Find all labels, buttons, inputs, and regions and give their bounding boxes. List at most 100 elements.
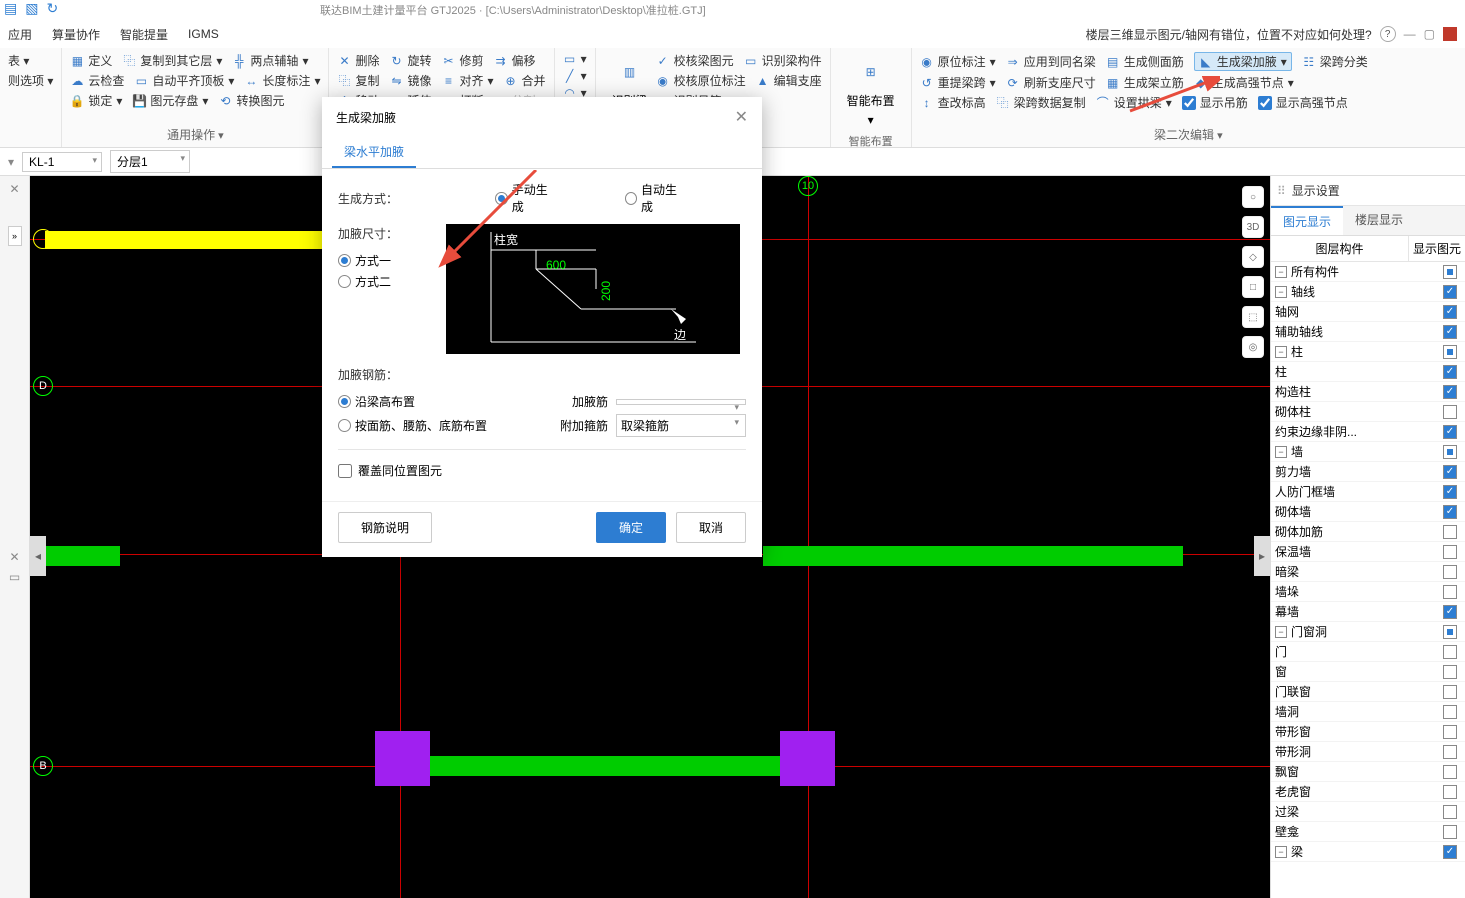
window-min-icon[interactable]: — — [1404, 27, 1416, 41]
btn-gen-side-rebar[interactable]: ▤生成侧面筋 — [1106, 52, 1184, 71]
tree-row[interactable]: −梁 — [1271, 842, 1465, 862]
btn-set-arch[interactable]: ⌒设置拱梁 ▾ — [1096, 94, 1172, 111]
combo-layer[interactable]: 分层1 — [110, 150, 190, 173]
btn-trim[interactable]: ✂修剪 — [442, 52, 484, 69]
tree-row[interactable]: 窗 — [1271, 662, 1465, 682]
vt-cube[interactable]: ◇ — [1242, 246, 1264, 268]
btn-auto-align-top[interactable]: ▭自动平齐顶板 ▾ — [134, 72, 234, 89]
top-icon-3[interactable]: ↻ — [46, 0, 58, 17]
tree-row[interactable]: 门联窗 — [1271, 682, 1465, 702]
dialog-titlebar[interactable]: 生成梁加腋 ✕ — [322, 97, 762, 137]
tree-row[interactable]: 墙洞 — [1271, 702, 1465, 722]
radio-along-height[interactable]: 沿梁高布置 — [338, 393, 415, 410]
tree-expander[interactable]: − — [1275, 346, 1287, 358]
btn-draw-1[interactable]: ▭▾ — [563, 52, 587, 66]
btn-sel-options[interactable]: 则选项 ▾ — [8, 72, 53, 89]
tree-row[interactable]: −门窗洞 — [1271, 622, 1465, 642]
btn-length-dim[interactable]: ↔长度标注 ▾ — [244, 72, 320, 89]
tree-checkbox[interactable] — [1443, 425, 1457, 439]
tree-checkbox[interactable] — [1443, 345, 1457, 359]
tree-checkbox[interactable] — [1443, 305, 1457, 319]
tree-row[interactable]: 人防门框墙 — [1271, 482, 1465, 502]
tab-element-display[interactable]: 图元显示 — [1271, 206, 1343, 235]
btn-offset[interactable]: ⇉偏移 — [494, 52, 536, 69]
help-icon[interactable]: ? — [1380, 26, 1396, 42]
tree-checkbox[interactable] — [1443, 405, 1457, 419]
tree-checkbox[interactable] — [1443, 545, 1457, 559]
btn-gen-beam-haunch[interactable]: ◣生成梁加腋 ▾ — [1194, 52, 1292, 71]
btn-mirror[interactable]: ⇋镜像 — [389, 72, 431, 89]
radio-mode1[interactable]: 方式一 — [338, 252, 391, 269]
tree-checkbox[interactable] — [1443, 505, 1457, 519]
top-icon-1[interactable]: ▤ — [4, 0, 17, 17]
tree-checkbox[interactable] — [1443, 485, 1457, 499]
btn-copy-span-data[interactable]: ⿻梁跨数据复制 — [996, 94, 1086, 111]
tree-checkbox[interactable] — [1443, 805, 1457, 819]
btn-smart-layout[interactable]: ⊞ 智能布置▾ — [839, 52, 903, 131]
beam-green-right[interactable] — [763, 546, 1183, 566]
chk-show-hang-input[interactable] — [1182, 96, 1196, 110]
tree-expander[interactable]: − — [1275, 446, 1287, 458]
tree-checkbox[interactable] — [1443, 705, 1457, 719]
tree-checkbox[interactable] — [1443, 325, 1457, 339]
btn-copy-floor[interactable]: ⿻复制到其它层 ▾ — [122, 52, 222, 69]
btn-two-point-axis[interactable]: ╬两点辅轴 ▾ — [232, 52, 308, 69]
tree-row[interactable]: −柱 — [1271, 342, 1465, 362]
tree-checkbox[interactable] — [1443, 365, 1457, 379]
menu-smart[interactable]: 智能提量 — [120, 26, 168, 43]
column-purple-1[interactable] — [375, 731, 430, 786]
btn-apply-same-name[interactable]: ⇒应用到同名梁 — [1006, 52, 1096, 71]
tree-row[interactable]: 带形洞 — [1271, 742, 1465, 762]
tree-row[interactable]: 过梁 — [1271, 802, 1465, 822]
btn-convert-element[interactable]: ⟲转换图元 — [218, 92, 284, 109]
radio-auto[interactable]: 自动生成 — [625, 181, 686, 215]
tree-checkbox[interactable] — [1443, 605, 1457, 619]
dialog-tab-horizontal[interactable]: 梁水平加腋 — [332, 137, 416, 168]
btn-rebar-explain[interactable]: 钢筋说明 — [338, 512, 432, 543]
tree-row[interactable]: 保温墙 — [1271, 542, 1465, 562]
top-icon-2[interactable]: ▧ — [25, 0, 38, 17]
tree-row[interactable]: 剪力墙 — [1271, 462, 1465, 482]
tree-checkbox[interactable] — [1443, 725, 1457, 739]
help-search-text[interactable]: 楼层三维显示图元/轴网有错位，位置不对应如何处理? — [1086, 26, 1372, 43]
btn-span-classify[interactable]: ☷梁跨分类 — [1302, 52, 1368, 71]
btn-refresh-support[interactable]: ⟳刷新支座尺寸 — [1006, 74, 1096, 91]
tree-row[interactable]: −墙 — [1271, 442, 1465, 462]
tree-checkbox[interactable] — [1443, 745, 1457, 759]
btn-copy[interactable]: ⿻复制 — [337, 72, 379, 89]
btn-pos-label[interactable]: ◉原位标注 ▾ — [920, 52, 996, 71]
tree-row[interactable]: 壁龛 — [1271, 822, 1465, 842]
menu-app[interactable]: 应用 — [8, 26, 32, 43]
btn-define[interactable]: ▦定义 — [70, 52, 112, 69]
tree-checkbox[interactable] — [1443, 265, 1457, 279]
combo-haunch-rebar[interactable] — [616, 399, 746, 405]
window-box-icon[interactable] — [1443, 27, 1457, 41]
tree-expander[interactable]: − — [1275, 846, 1287, 858]
right-collapse-handle[interactable]: ▸ — [1254, 536, 1270, 576]
tree-row[interactable]: 砌体柱 — [1271, 402, 1465, 422]
layer-tree[interactable]: −所有构件−轴线轴网辅助轴线−柱柱构造柱砌体柱约束边缘非阴...−墙剪力墙人防门… — [1271, 262, 1465, 898]
chk-show-hs-input[interactable] — [1258, 96, 1272, 110]
tree-row[interactable]: 砌体加筋 — [1271, 522, 1465, 542]
tree-checkbox[interactable] — [1443, 445, 1457, 459]
btn-align[interactable]: ≡对齐 ▾ — [442, 72, 494, 89]
combo-component[interactable]: KL-1 — [22, 152, 102, 172]
btn-select-mode[interactable]: 表 ▾ — [8, 52, 29, 69]
tree-row[interactable]: 柱 — [1271, 362, 1465, 382]
tree-row[interactable]: −轴线 — [1271, 282, 1465, 302]
radio-mode2[interactable]: 方式二 — [338, 273, 391, 290]
tree-checkbox[interactable] — [1443, 785, 1457, 799]
tree-row[interactable]: 带形窗 — [1271, 722, 1465, 742]
tree-row[interactable]: 构造柱 — [1271, 382, 1465, 402]
beam-green-bottom[interactable] — [430, 756, 780, 776]
tree-checkbox[interactable] — [1443, 285, 1457, 299]
radio-manual[interactable]: 手动生成 — [495, 181, 556, 215]
tree-checkbox[interactable] — [1443, 665, 1457, 679]
tree-checkbox[interactable] — [1443, 825, 1457, 839]
btn-cancel[interactable]: 取消 — [676, 512, 746, 543]
tree-expander[interactable]: − — [1275, 266, 1287, 278]
left-panel-icon[interactable]: ▭ — [9, 570, 20, 584]
tree-checkbox[interactable] — [1443, 585, 1457, 599]
btn-gen-frame-rebar[interactable]: ▦生成架立筋 — [1106, 74, 1184, 91]
tree-row[interactable]: 辅助轴线 — [1271, 322, 1465, 342]
